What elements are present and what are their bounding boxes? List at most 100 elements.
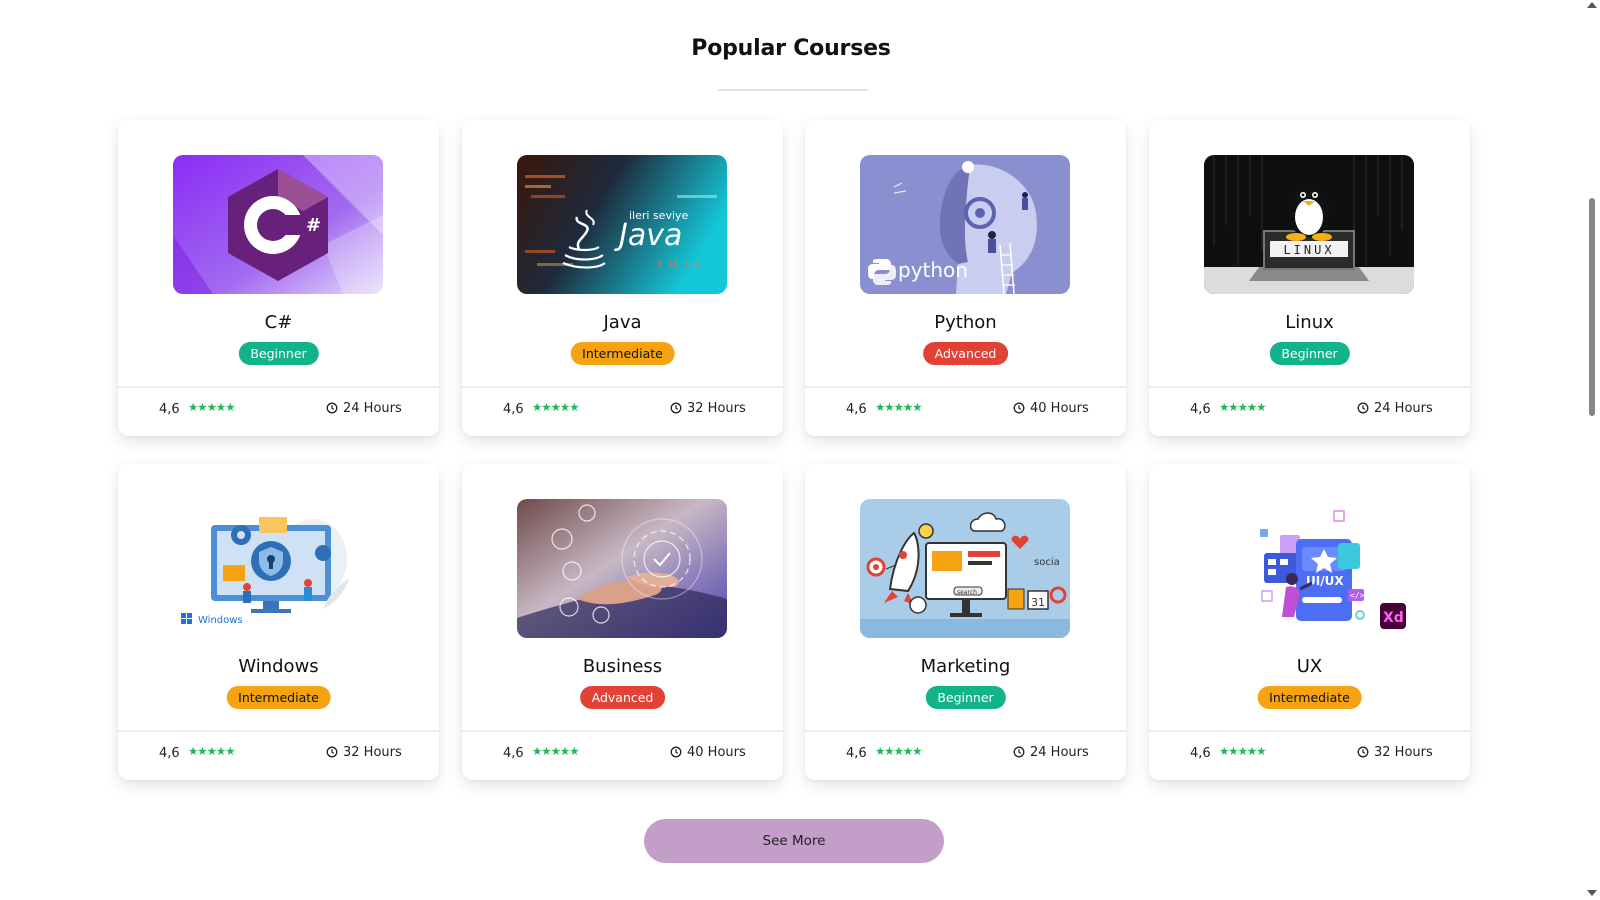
duration-label: 40 Hours [1030, 401, 1089, 416]
python-ai-image: python [860, 155, 1070, 294]
card-divider [118, 730, 439, 732]
star-rating-icon: ★★★★★ [188, 400, 236, 414]
duration-label: 40 Hours [687, 745, 746, 760]
rating-value: 4,6 [159, 746, 180, 761]
course-name: Windows [238, 656, 319, 677]
rating-value: 4,6 [159, 402, 180, 417]
duration: 32 Hours [1357, 745, 1433, 762]
course-card[interactable]: UI/UX </> Xd UX Intermediate 4,6 ★★★★★ 3… [1149, 464, 1470, 780]
course-grid: # C# Beginner 4,6 ★★★★★ 24 Hours ileri s… [118, 120, 1470, 790]
course-card[interactable]: LINUX Linux Beginner 4,6 ★★★★★ 24 Hours [1149, 120, 1470, 436]
svg-text:Xd: Xd [1383, 610, 1404, 626]
clock-icon [1357, 746, 1369, 762]
course-name: Python [934, 312, 997, 333]
svg-text:31: 31 [1031, 596, 1045, 609]
business-typing-image [517, 499, 727, 638]
svg-text:Windows: Windows [198, 615, 243, 626]
rating-value: 4,6 [503, 402, 524, 417]
level-badge: Intermediate [1257, 686, 1362, 709]
duration-label: 24 Hours [1374, 401, 1433, 416]
course-name: Linux [1285, 312, 1334, 333]
linux-laptop-image: LINUX [1204, 155, 1414, 294]
star-rating-icon: ★★★★★ [875, 400, 923, 414]
rating-value: 4,6 [846, 402, 867, 417]
page: Popular Courses # C# Beginner 4,6 ★★★★★ … [0, 0, 1582, 900]
svg-text:#: # [306, 215, 321, 236]
clock-icon [1013, 746, 1025, 762]
course-card[interactable]: # C# Beginner 4,6 ★★★★★ 24 Hours [118, 120, 439, 436]
svg-text:Java: Java [614, 218, 682, 253]
duration: 32 Hours [326, 745, 402, 762]
page-title: Popular Courses [691, 36, 891, 61]
clock-icon [326, 402, 338, 418]
title-underline [718, 89, 868, 91]
course-card[interactable]: Windows Windows Intermediate 4,6 ★★★★★ 3… [118, 464, 439, 780]
duration-label: 24 Hours [1030, 745, 1089, 760]
card-divider [1149, 730, 1470, 732]
star-rating-icon: ★★★★★ [1219, 400, 1267, 414]
level-badge: Beginner [925, 686, 1006, 709]
course-card[interactable]: python Python Advanced 4,6 ★★★★★ 40 Hour… [805, 120, 1126, 436]
card-divider [1149, 386, 1470, 388]
java-code-image: ileri seviye Java 0 10 1 0 [517, 155, 727, 294]
duration: 24 Hours [1013, 745, 1089, 762]
level-badge: Advanced [579, 686, 666, 709]
svg-text:0 10 1 0: 0 10 1 0 [657, 260, 700, 270]
course-name: UX [1296, 656, 1323, 677]
level-badge: Intermediate [226, 686, 331, 709]
card-divider [805, 730, 1126, 732]
duration-label: 32 Hours [687, 401, 746, 416]
star-rating-icon: ★★★★★ [1219, 744, 1267, 758]
course-card[interactable]: Business Advanced 4,6 ★★★★★ 40 Hours [462, 464, 783, 780]
star-rating-icon: ★★★★★ [532, 744, 580, 758]
rating-value: 4,6 [846, 746, 867, 761]
clock-icon [326, 746, 338, 762]
clock-icon [1357, 402, 1369, 418]
star-rating-icon: ★★★★★ [188, 744, 236, 758]
card-divider [805, 386, 1126, 388]
level-badge: Beginner [238, 342, 319, 365]
svg-text:socia: socia [1034, 557, 1060, 568]
clock-icon [1013, 402, 1025, 418]
svg-text:search: search [957, 589, 977, 596]
duration: 32 Hours [670, 401, 746, 418]
svg-text:python: python [898, 258, 968, 282]
course-name: Business [582, 656, 663, 677]
star-rating-icon: ★★★★★ [875, 744, 923, 758]
windows-security-image: Windows [173, 499, 383, 638]
card-divider [462, 730, 783, 732]
see-more-button[interactable]: See More [644, 819, 944, 863]
rating-value: 4,6 [503, 746, 524, 761]
csharp-logo-image: # [173, 155, 383, 294]
duration-label: 32 Hours [1374, 745, 1433, 760]
vertical-scrollbar[interactable] [1582, 0, 1600, 900]
clock-icon [670, 402, 682, 418]
course-name: Java [603, 312, 642, 333]
duration-label: 32 Hours [343, 745, 402, 760]
marketing-illustration-image: search socia 31 [860, 499, 1070, 638]
duration: 24 Hours [1357, 401, 1433, 418]
duration-label: 24 Hours [343, 401, 402, 416]
scroll-up-arrow-icon[interactable] [1587, 2, 1597, 8]
duration: 40 Hours [1013, 401, 1089, 418]
star-rating-icon: ★★★★★ [532, 400, 580, 414]
course-card[interactable]: ileri seviye Java 0 10 1 0 Java Intermed… [462, 120, 783, 436]
course-name: C# [264, 312, 293, 333]
svg-text:</>: </> [1350, 591, 1365, 600]
duration: 40 Hours [670, 745, 746, 762]
card-divider [462, 386, 783, 388]
ux-design-image: UI/UX </> Xd [1204, 499, 1414, 638]
scrollbar-thumb[interactable] [1589, 198, 1595, 416]
card-divider [118, 386, 439, 388]
svg-text:UI/UX: UI/UX [1306, 574, 1344, 588]
rating-value: 4,6 [1190, 402, 1211, 417]
level-badge: Beginner [1269, 342, 1350, 365]
duration: 24 Hours [326, 401, 402, 418]
level-badge: Advanced [922, 342, 1009, 365]
clock-icon [670, 746, 682, 762]
scroll-down-arrow-icon[interactable] [1587, 890, 1597, 896]
level-badge: Intermediate [570, 342, 675, 365]
course-name: Marketing [920, 656, 1011, 677]
course-card[interactable]: search socia 31 Marketing Beginner 4,6 ★… [805, 464, 1126, 780]
svg-text:LINUX: LINUX [1283, 243, 1334, 257]
